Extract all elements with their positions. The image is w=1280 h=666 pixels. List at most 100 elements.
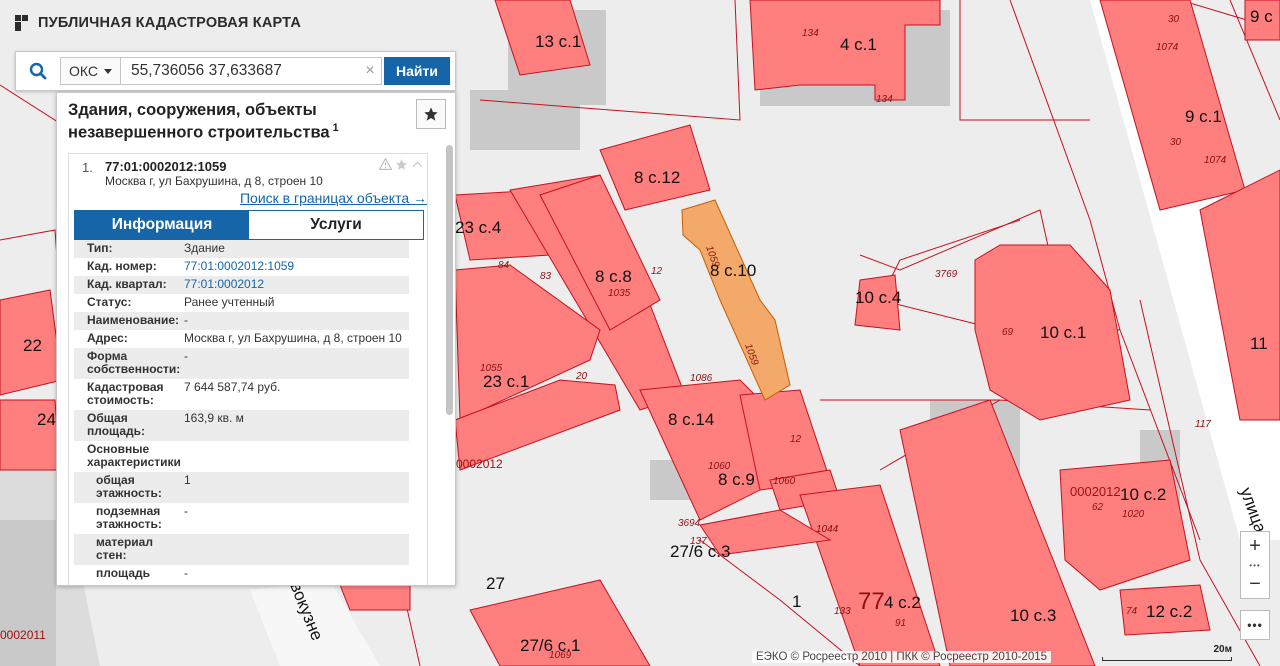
- map-number: 1060: [708, 461, 731, 472]
- map-number: 137: [690, 536, 707, 547]
- star-icon[interactable]: [395, 158, 408, 171]
- map-number: 91: [895, 618, 906, 629]
- attr-value: -: [184, 504, 188, 518]
- scale-label: 20м: [1213, 644, 1232, 655]
- map-label: 9 с: [1250, 7, 1273, 26]
- map-number: 1074: [1204, 155, 1227, 166]
- attr-key: Кад. номер:: [87, 259, 157, 273]
- attr-key: Форма собственности:: [87, 349, 181, 376]
- attr-key: Кадастровая стоимость:: [87, 380, 164, 407]
- attr-row: Тип: Здание: [74, 240, 409, 258]
- map-number: 1035: [608, 288, 631, 299]
- attr-row: Наименование: -: [74, 312, 409, 330]
- zoom-in-button[interactable]: +: [1241, 532, 1269, 560]
- map-number: 117: [1195, 419, 1211, 430]
- attr-row: общая этажность: 1: [74, 472, 409, 503]
- map-label: 12 с.2: [1146, 602, 1192, 621]
- attr-value: [184, 443, 409, 469]
- map-number: 20: [575, 371, 588, 382]
- map-number: 1074: [1156, 42, 1179, 53]
- clear-icon[interactable]: ×: [363, 62, 377, 80]
- chevron-down-icon: [104, 68, 112, 74]
- find-button[interactable]: Найти: [384, 57, 450, 85]
- results-panel: Здания, сооружения, объекты незавершенно…: [56, 92, 456, 586]
- map-label: 10 с.4: [855, 288, 901, 307]
- app-title: ПУБЛИЧНАЯ КАДАСТРОВАЯ КАРТА: [38, 15, 301, 31]
- rosreestr-logo-icon: [15, 15, 28, 31]
- map-number: 1055: [480, 363, 503, 374]
- attr-key: Тип:: [87, 241, 113, 255]
- map-number: 1044: [816, 524, 839, 535]
- attr-key: Кад. квартал:: [87, 277, 167, 291]
- map-number: 74: [1126, 606, 1138, 617]
- map-number: 1069: [549, 650, 572, 661]
- attr-value: -: [184, 349, 188, 363]
- map-number: 30: [1168, 14, 1180, 25]
- map-number: 1086: [690, 373, 713, 384]
- map-label: 77: [858, 588, 885, 615]
- map-label: 10 с.3: [1010, 606, 1056, 625]
- tab-services[interactable]: Услуги: [249, 211, 423, 239]
- map-number: 134: [876, 94, 893, 105]
- favorite-button[interactable]: [416, 99, 446, 129]
- result-cad-number[interactable]: 77:01:0002012:1059: [105, 159, 226, 174]
- attr-row: Адрес: Москва г, ул Бахрушина, д 8, строе…: [74, 330, 409, 348]
- attr-value: 7 644 587,74 руб.: [184, 380, 281, 394]
- map-label: 1: [792, 592, 801, 611]
- attr-key: материал стен:: [96, 535, 153, 562]
- search-input[interactable]: [120, 57, 382, 85]
- object-type-value: ОКС: [69, 63, 98, 79]
- tab-information[interactable]: Информация: [75, 211, 249, 239]
- map-number: 134: [802, 28, 819, 39]
- attr-row: Основные характеристики: [74, 441, 409, 472]
- attr-row: Форма собственности: -: [74, 348, 409, 379]
- map-label: 8 с.9: [718, 470, 755, 489]
- map-number: 12: [790, 434, 802, 445]
- panel-scrollbar[interactable]: [446, 145, 453, 415]
- chevron-up-icon[interactable]: [411, 158, 424, 171]
- attr-row: Кад. номер: 77:01:0002012:1059: [74, 258, 409, 276]
- map-label: 8 с.14: [668, 410, 714, 429]
- attr-row: Статус: Ранее учтенный: [74, 294, 409, 312]
- more-tools-button[interactable]: •••: [1240, 610, 1270, 640]
- panel-title: Здания, сооружения, объекты незавершенно…: [68, 101, 388, 142]
- map-label: 4 с.2: [884, 593, 921, 612]
- attr-key: площадь: [96, 566, 150, 580]
- search-bar: ОКС × Найти: [15, 51, 456, 91]
- attr-value: 163,9 кв. м: [184, 411, 244, 425]
- result-tabs: Информация Услуги: [74, 210, 424, 240]
- map-label: 22: [23, 336, 42, 355]
- zoom-slider[interactable]: •••: [1241, 560, 1269, 570]
- zoom-out-button[interactable]: −: [1241, 570, 1269, 598]
- attr-row: Кад. квартал: 77:01:0002012: [74, 276, 409, 294]
- attr-value: Здание: [184, 241, 225, 255]
- search-within-link[interactable]: Поиск в границах объекта →: [240, 190, 427, 206]
- attr-row: материал стен:: [74, 534, 409, 565]
- map-label: 4 с.1: [840, 35, 877, 54]
- map-number: 3694: [678, 518, 701, 529]
- attr-value-link[interactable]: 77:01:0002012:1059: [184, 260, 409, 273]
- warning-icon[interactable]: [379, 158, 392, 170]
- result-tools: [379, 158, 424, 171]
- map-label: 24: [37, 410, 56, 429]
- map-number: 12: [651, 266, 663, 277]
- map-number: 84: [498, 260, 510, 271]
- map-number: 3769: [935, 269, 958, 280]
- zoom-control: + ••• −: [1240, 531, 1270, 599]
- map-number: 133: [834, 606, 851, 617]
- star-icon: [424, 107, 438, 121]
- map-label: 9 с.1: [1185, 107, 1222, 126]
- map-label: 10 с.2: [1120, 485, 1166, 504]
- map-label: 23 с.4: [455, 218, 501, 237]
- search-icon[interactable]: [16, 52, 60, 90]
- attr-value-link[interactable]: 77:01:0002012: [184, 278, 409, 291]
- object-type-select[interactable]: ОКС: [60, 57, 120, 85]
- attr-row: Кадастровая стоимость: 7 644 587,74 руб.: [74, 379, 409, 410]
- map-number: 69: [1002, 327, 1014, 338]
- map-number: 30: [1170, 137, 1182, 148]
- result-count: 1: [332, 122, 339, 134]
- app-logo[interactable]: ПУБЛИЧНАЯ КАДАСТРОВАЯ КАРТА: [14, 14, 301, 32]
- map-number: 62: [1092, 502, 1104, 513]
- map-label: 27: [486, 574, 505, 593]
- attr-row: площадь -: [74, 565, 409, 583]
